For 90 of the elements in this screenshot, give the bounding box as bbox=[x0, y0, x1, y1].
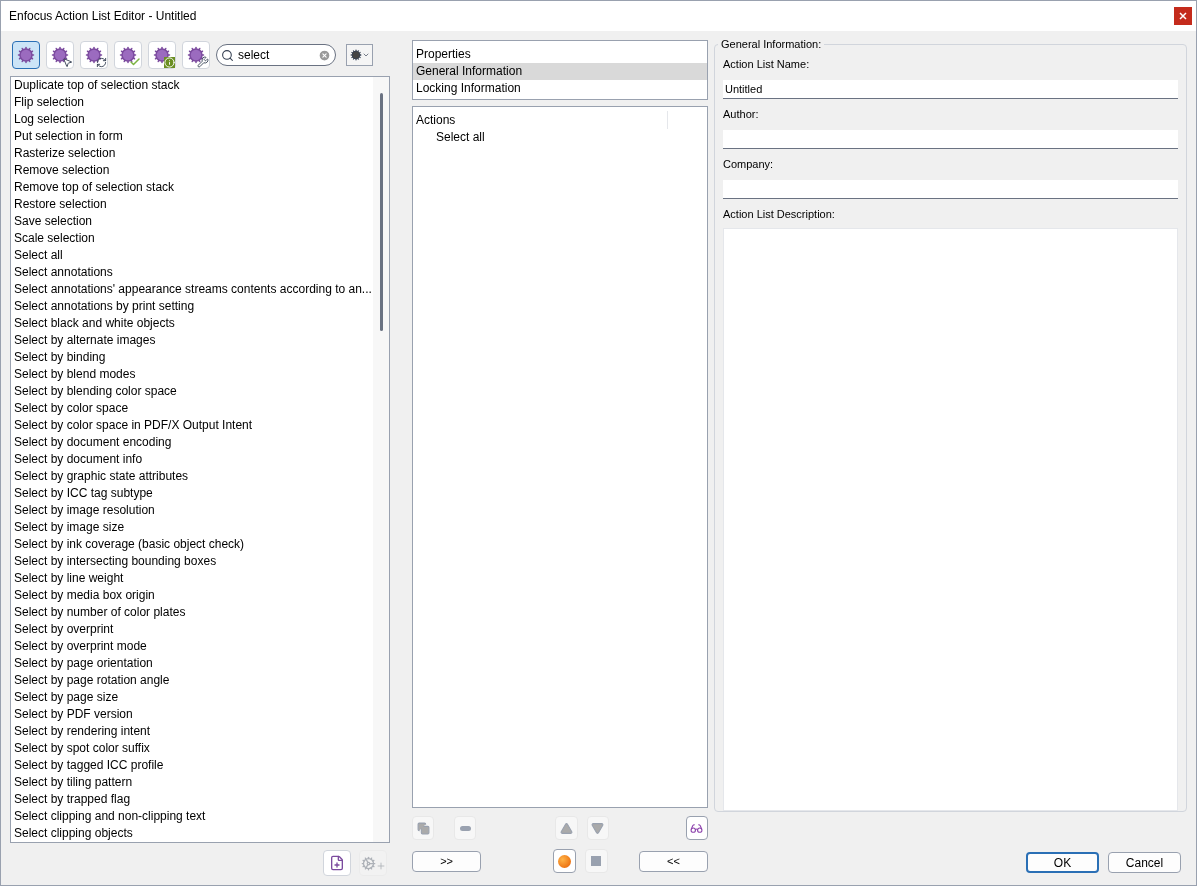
record-icon bbox=[558, 854, 572, 868]
list-item[interactable]: Remove selection bbox=[14, 162, 373, 179]
list-item[interactable]: Select annotations by print setting bbox=[14, 298, 373, 315]
list-item[interactable]: Select by document encoding bbox=[14, 434, 373, 451]
glasses-icon bbox=[690, 821, 704, 835]
window-title: Enfocus Action List Editor - Untitled bbox=[9, 8, 197, 25]
ok-button[interactable]: OK bbox=[1026, 852, 1099, 873]
close-button[interactable] bbox=[1174, 7, 1192, 25]
list-item[interactable]: Select by overprint mode bbox=[14, 638, 373, 655]
list-item[interactable]: Select by alternate images bbox=[14, 332, 373, 349]
list-item[interactable]: Select by page rotation angle bbox=[14, 672, 373, 689]
gear-plus-icon bbox=[360, 855, 386, 871]
gear-icon bbox=[51, 46, 69, 64]
text-field[interactable] bbox=[723, 130, 1178, 149]
search-input[interactable]: select bbox=[238, 46, 314, 64]
field-label: Action List Description: bbox=[723, 207, 836, 221]
list-item[interactable]: Select by tiling pattern bbox=[14, 774, 373, 791]
add-button[interactable]: >> bbox=[412, 850, 482, 872]
settings-icon bbox=[349, 49, 362, 61]
settings-button[interactable] bbox=[346, 44, 373, 66]
scrollbar-thumb[interactable] bbox=[380, 93, 383, 331]
group-legend: General Information: bbox=[718, 37, 825, 51]
list-item[interactable]: Select by color space in PDF/X Output Intent bbox=[14, 417, 373, 434]
list-item[interactable]: Select by spot color suffix bbox=[14, 740, 373, 757]
list-item[interactable]: Rasterize selection bbox=[14, 145, 373, 162]
list-item[interactable]: Select by tagged ICC profile bbox=[14, 757, 373, 774]
stop-icon bbox=[591, 856, 602, 866]
search-field[interactable]: select bbox=[216, 44, 336, 66]
list-item[interactable]: Select by PDF version bbox=[14, 706, 373, 723]
field-label: Author: bbox=[723, 107, 760, 121]
list-item[interactable]: Select black and white objects bbox=[14, 315, 373, 332]
list-item[interactable]: Select by image resolution bbox=[14, 502, 373, 519]
list-item[interactable]: Select by blending color space bbox=[14, 383, 373, 400]
field-label: Action List Name: bbox=[723, 57, 811, 71]
list-item[interactable]: Select annotations bbox=[14, 264, 373, 281]
text-field[interactable] bbox=[723, 180, 1178, 199]
cancel-button[interactable]: Cancel bbox=[1108, 852, 1181, 873]
minus-icon bbox=[459, 825, 471, 831]
list-item[interactable]: Select all bbox=[14, 247, 373, 264]
list-item[interactable]: Put selection in form bbox=[14, 128, 373, 145]
list-item[interactable]: Select clipping objects bbox=[14, 825, 373, 842]
search-icon bbox=[221, 48, 234, 62]
list-item[interactable]: Restore selection bbox=[14, 196, 373, 213]
copy-icon bbox=[416, 821, 430, 835]
list-item[interactable]: Select by blend modes bbox=[14, 366, 373, 383]
clear-icon[interactable] bbox=[318, 48, 331, 62]
inspect-button[interactable] bbox=[685, 816, 708, 840]
action-item[interactable]: Select all bbox=[413, 129, 707, 146]
list-item[interactable]: Select by trapped flag bbox=[14, 791, 373, 808]
list-item[interactable]: Select clipping and non-clipping text bbox=[14, 808, 373, 825]
list-item[interactable]: Select by binding bbox=[14, 349, 373, 366]
properties-item[interactable]: Locking Information bbox=[413, 80, 707, 97]
list-item[interactable]: Select by overprint bbox=[14, 621, 373, 638]
gear-icon bbox=[119, 46, 137, 64]
list-item[interactable]: Select by number of color plates bbox=[14, 604, 373, 621]
toolbar-button[interactable] bbox=[12, 41, 40, 69]
actions-heading: Actions bbox=[413, 111, 668, 129]
list-item[interactable]: Duplicate top of selection stack bbox=[14, 77, 373, 94]
list-item[interactable]: Select by document info bbox=[14, 451, 373, 468]
document-plus-icon bbox=[329, 855, 345, 871]
list-item[interactable]: Save selection bbox=[14, 213, 373, 230]
list-item[interactable]: Select by line weight bbox=[14, 570, 373, 587]
caret-icon bbox=[361, 51, 370, 59]
list-item[interactable]: Select by ICC tag subtype bbox=[14, 485, 373, 502]
list-item[interactable]: Select by image size bbox=[14, 519, 373, 536]
triangle-icon bbox=[591, 821, 605, 835]
list-item[interactable]: Select by rendering intent bbox=[14, 723, 373, 740]
list-item[interactable]: Select by graphic state attributes bbox=[14, 468, 373, 485]
list-item[interactable]: Remove top of selection stack bbox=[14, 179, 373, 196]
list-item[interactable]: Log selection bbox=[14, 111, 373, 128]
properties-heading: Properties bbox=[415, 46, 472, 63]
new-document-button[interactable] bbox=[323, 850, 351, 876]
description-field[interactable] bbox=[723, 228, 1178, 811]
list-item[interactable]: Flip selection bbox=[14, 94, 373, 111]
list-item[interactable]: Select by page orientation bbox=[14, 655, 373, 672]
gear-icon bbox=[17, 46, 35, 64]
list-item[interactable]: Select by intersecting bounding boxes bbox=[14, 553, 373, 570]
triangle-icon bbox=[560, 821, 573, 835]
collapse-button[interactable]: << bbox=[638, 850, 708, 872]
field-label: Company: bbox=[723, 157, 775, 171]
text-field[interactable]: Untitled bbox=[723, 80, 1178, 99]
list-item[interactable]: Select by media box origin bbox=[14, 587, 373, 604]
properties-item[interactable]: General Information bbox=[413, 63, 707, 80]
list-item[interactable]: Select by ink coverage (basic object check) bbox=[14, 536, 373, 553]
list-item[interactable]: Select by page size bbox=[14, 689, 373, 706]
list-item[interactable]: Select by color space bbox=[14, 400, 373, 417]
close-icon bbox=[1179, 12, 1187, 20]
list-item[interactable]: Scale selection bbox=[14, 230, 373, 247]
record-button[interactable] bbox=[553, 849, 576, 873]
list-item[interactable]: Select annotations' appearance streams contents according to an... bbox=[14, 281, 373, 298]
